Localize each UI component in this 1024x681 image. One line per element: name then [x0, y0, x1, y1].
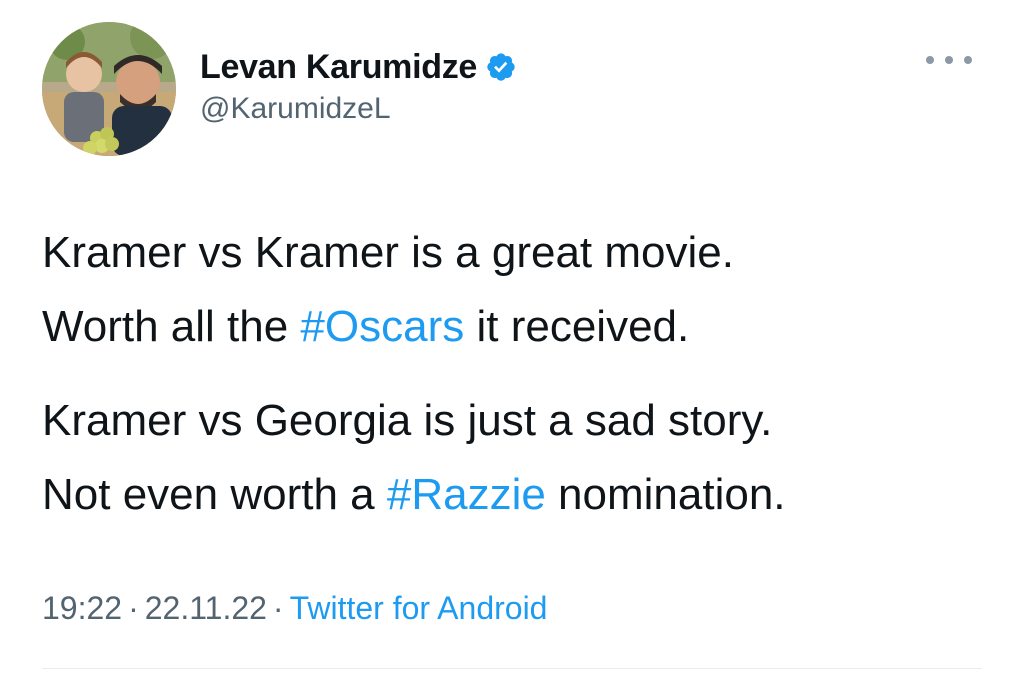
hashtag-link[interactable]: #Oscars	[300, 302, 464, 351]
meta-separator: ·	[272, 590, 284, 626]
more-options-icon[interactable]	[926, 50, 972, 70]
verified-badge-icon	[485, 51, 517, 83]
avatar[interactable]	[42, 22, 176, 156]
tweet-line-start: Not even worth a	[42, 470, 387, 519]
author-handle[interactable]: @KarumidzeL	[200, 92, 517, 126]
display-name-row: Levan Karumidze	[200, 44, 517, 90]
tweet-line-start: Worth all the	[42, 302, 301, 351]
tweet-date[interactable]: 22.11.22	[145, 590, 267, 626]
display-name[interactable]: Levan Karumidze	[200, 48, 477, 87]
avatar-photo	[42, 22, 176, 156]
author-names: Levan Karumidze @KarumidzeL	[200, 44, 517, 126]
tweet-paragraph: Kramer vs Georgia is just a sad story. N…	[42, 384, 992, 532]
tweet-card: Levan Karumidze @KarumidzeL Kramer vs Kr…	[0, 0, 1024, 681]
more-dot	[926, 56, 934, 64]
more-dot	[964, 56, 972, 64]
tweet-line-end: it received.	[464, 302, 690, 351]
tweet-text: Kramer vs Kramer is a great movie. Worth…	[42, 216, 992, 532]
tweet-meta: 19:22 · 22.11.22 · Twitter for Android	[42, 590, 547, 627]
meta-separator: ·	[128, 590, 139, 626]
tweet-time[interactable]: 19:22	[42, 590, 122, 626]
hashtag-link[interactable]: #Razzie	[387, 470, 546, 519]
tweet-source-link[interactable]: Twitter for Android	[290, 590, 548, 626]
more-dot	[945, 56, 953, 64]
tweet-line: Kramer vs Georgia is just a sad story.	[42, 396, 773, 445]
tweet-line-end: nomination.	[545, 470, 786, 519]
tweet-line: Kramer vs Kramer is a great movie.	[42, 228, 734, 277]
tweet-header: Levan Karumidze @KarumidzeL	[42, 22, 982, 156]
divider	[42, 668, 982, 669]
tweet-paragraph: Kramer vs Kramer is a great movie. Worth…	[42, 216, 992, 364]
